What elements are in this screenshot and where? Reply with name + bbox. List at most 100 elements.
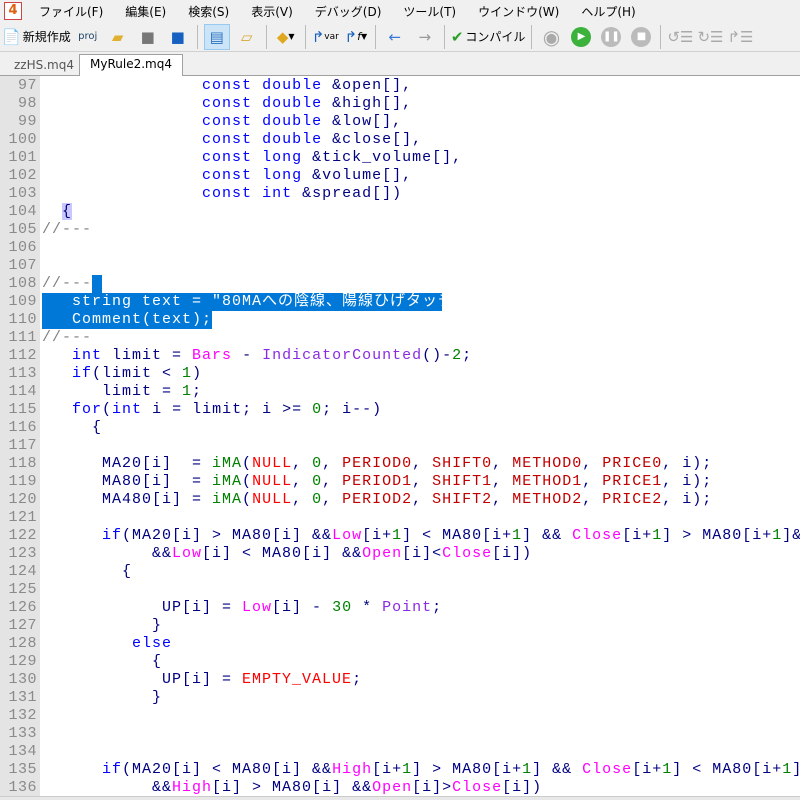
code-line[interactable]: 106 [0, 239, 800, 257]
code-token: const [202, 149, 253, 166]
code-token: if [72, 365, 93, 382]
code-editor[interactable]: 97 const double &open[], 98 const double … [0, 76, 800, 796]
save-all-button[interactable]: ■ [165, 24, 191, 50]
separator [304, 24, 306, 49]
line-number: 115 [8, 401, 37, 418]
insert-variable-button[interactable]: ↱ var [312, 24, 339, 50]
selection-highlight [92, 275, 102, 293]
code-line[interactable]: 100 const double &close[], [0, 131, 800, 149]
code-line[interactable]: 128 else [0, 635, 800, 653]
code-line[interactable]: 130 UP[i] = EMPTY_VALUE; [0, 671, 800, 689]
code-line[interactable]: 111 //--- [0, 329, 800, 347]
code-line[interactable]: 122 if(MA20[i] > MA80[i] &&Low[i+1] < MA… [0, 527, 800, 545]
restart-debug-button[interactable]: ◉ [538, 24, 564, 50]
code-line[interactable]: 129 { [0, 653, 800, 671]
stop-debug-button[interactable]: ■ [628, 24, 654, 50]
code-line[interactable]: 123 &&Low[i] < MA80[i] &&Open[i]<Close[i… [0, 545, 800, 563]
code-line[interactable]: 108 //--- [0, 275, 800, 293]
code-line[interactable]: 119 MA80[i] = iMA(NULL, 0, PERIOD1, SHIF… [0, 473, 800, 491]
horizontal-scrollbar[interactable] [0, 796, 800, 800]
step-out-button[interactable]: ↱☰ [727, 24, 753, 50]
code-line[interactable]: 135 if(MA20[i] < MA80[i] &&High[i+1] > M… [0, 761, 800, 779]
separator [196, 24, 198, 49]
code-token: iMA [212, 491, 243, 508]
tab-myrule2[interactable]: MyRule2.mq4 [79, 54, 183, 77]
code-token: METHOD2 [512, 491, 583, 508]
code-token: for [72, 401, 103, 418]
code-line[interactable]: 127 } [0, 617, 800, 635]
menu-view[interactable]: 表示(V) [240, 3, 304, 20]
menu-file[interactable]: ファイル(F) [28, 3, 114, 20]
code-line[interactable]: 110 Comment(text); [0, 311, 800, 329]
start-debug-button[interactable]: ▶ [568, 24, 594, 50]
tab-zzhs[interactable]: zzHS.mq4 [4, 56, 84, 76]
toolbox-button[interactable]: ▱ [234, 24, 260, 50]
code-text: const double &low[], [42, 113, 402, 131]
separator [443, 24, 445, 49]
code-line[interactable]: 117 [0, 437, 800, 455]
code-line[interactable]: 115 for(int i = limit; i >= 0; i--) [0, 401, 800, 419]
code-line[interactable]: 121 [0, 509, 800, 527]
code-line[interactable]: 97 const double &open[], [0, 77, 800, 95]
code-text: MA20[i] = iMA(NULL, 0, PERIOD0, SHIFT0 , … [42, 455, 712, 473]
code-line[interactable]: 109 string text = "80MAへの陰線、陽線ひげタッチ"; [0, 293, 800, 311]
code-line[interactable]: 133 [0, 725, 800, 743]
separator [265, 24, 267, 49]
code-text: //--- [42, 329, 92, 347]
code-text: { [42, 203, 73, 221]
code-line[interactable]: 134 [0, 743, 800, 761]
code-token: MA80[i] = [42, 473, 213, 490]
code-token: 30 [332, 599, 353, 616]
back-button[interactable]: ← [382, 24, 408, 50]
menu-search[interactable]: 検索(S) [177, 3, 240, 20]
code-line[interactable]: 131 } [0, 689, 800, 707]
step-into-button[interactable]: ↺☰ [667, 24, 693, 50]
code-line[interactable]: 98 const double &high[], [0, 95, 800, 113]
code-token: const [202, 185, 253, 202]
code-line[interactable]: 113 if(limit < 1) [0, 365, 800, 383]
menu-debug[interactable]: デバッグ(D) [304, 3, 393, 20]
step-over-button[interactable]: ↻☰ [697, 24, 723, 50]
code-line[interactable]: 126 UP[i] = Low[i] - 30 * Point; [0, 599, 800, 617]
code-line[interactable]: 101 const long &tick_volume[], [0, 149, 800, 167]
styler-button[interactable]: ◆ ▼ [273, 24, 299, 50]
menu-tools[interactable]: ツール(T) [392, 3, 467, 20]
code-line[interactable]: 114 limit = 1; [0, 383, 800, 401]
code-line[interactable]: 116 { [0, 419, 800, 437]
code-token: double [262, 95, 323, 112]
insert-function-button[interactable]: ↱ f ▼ [343, 24, 369, 50]
navigator-toggle-button[interactable]: ▤ [203, 23, 230, 50]
code-token: ] < MA80[i+ [402, 527, 513, 544]
code-line[interactable]: 104 { [0, 203, 800, 221]
forward-button[interactable]: → [412, 24, 438, 50]
code-token: ] > MA80[i+ [412, 761, 523, 778]
code-line[interactable]: 102 const long &volume[], [0, 167, 800, 185]
new-file-button[interactable]: 📄 新規作成 [2, 24, 71, 50]
code-line[interactable]: 103 const int &spread[]) [0, 185, 800, 203]
code-line[interactable]: 120 MA480[i] = iMA(NULL, 0, PERIOD2, SHI… [0, 491, 800, 509]
code-line[interactable]: 136 &&High[i] > MA80[i] &&Open[i]>Close[… [0, 779, 800, 796]
arrow-func-icon: ↱ [344, 27, 358, 46]
compile-button[interactable]: ✔ コンパイル [451, 24, 526, 50]
code-line[interactable]: 124 { [0, 563, 800, 581]
menu-help[interactable]: ヘルプ(H) [570, 3, 646, 20]
menu-edit[interactable]: 編集(E) [114, 3, 177, 20]
save-button[interactable]: ■ [135, 24, 161, 50]
code-line[interactable]: 112 int limit = Bars - IndicatorCounted(… [0, 347, 800, 365]
open-button[interactable]: ▰ [105, 24, 131, 50]
code-line[interactable]: 125 [0, 581, 800, 599]
menu-window[interactable]: ウインドウ(W) [467, 3, 570, 20]
code-line[interactable]: 132 [0, 707, 800, 725]
code-line[interactable]: 107 [0, 257, 800, 275]
code-line[interactable]: 99 const double &low[], [0, 113, 800, 131]
code-line[interactable]: 118 MA20[i] = iMA(NULL, 0, PERIOD0, SHIF… [0, 455, 800, 473]
code-token: i = limit; i >= [142, 401, 313, 418]
code-text: const double &close[], [42, 131, 422, 149]
code-line[interactable]: 105 //--- [0, 221, 800, 239]
pause-debug-button[interactable]: ❚❚ [598, 24, 624, 50]
code-token: NULL [252, 491, 293, 508]
new-project-button[interactable]: proj [75, 24, 101, 50]
